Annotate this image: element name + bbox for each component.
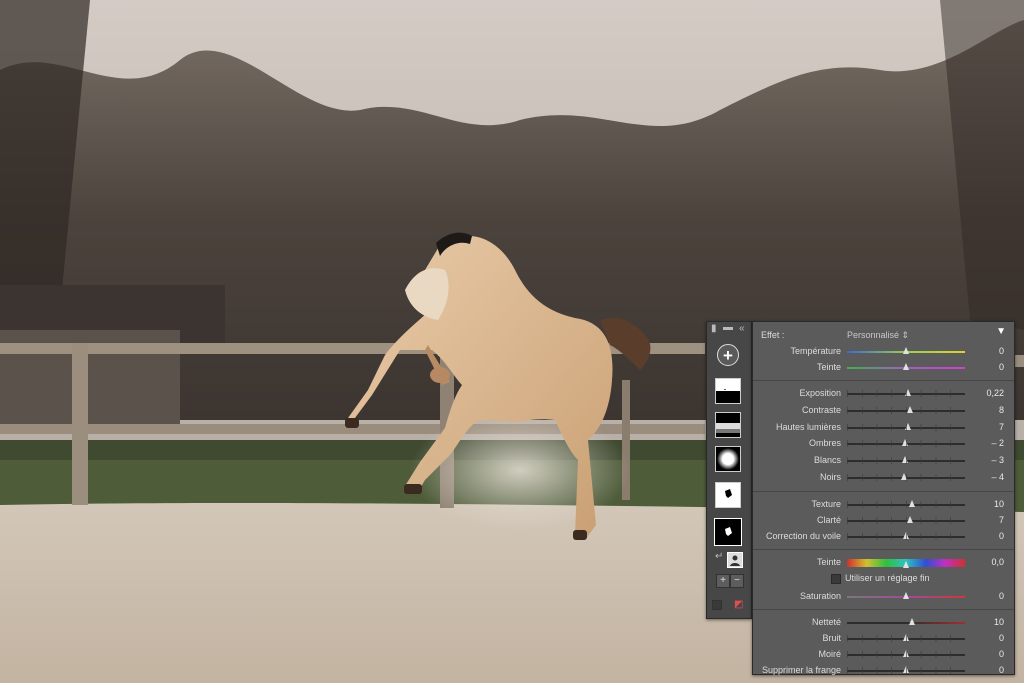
hautes-lumieres-value[interactable]: 7	[964, 422, 1004, 432]
hautes-lumieres-slider-handle[interactable]	[905, 422, 912, 430]
contraste-label: Contraste	[801, 404, 841, 415]
bruit-value[interactable]: 0	[964, 633, 1004, 643]
subtract-arrow-icon: ↵	[715, 551, 724, 562]
noirs-slider-handle[interactable]	[900, 473, 907, 480]
blancs-value[interactable]: – 3	[964, 455, 1004, 465]
exposition-label: Exposition	[799, 388, 841, 398]
temperature-slider-handle[interactable]	[903, 347, 909, 354]
mask-sky-thumb[interactable]	[715, 378, 741, 404]
mask-adjustments-panel: Effet : Personnalisé ⇕ ▼ Température 0 Tei…	[752, 321, 1015, 675]
effect-label: Effet :	[761, 330, 785, 340]
supprimer-la-frange-label: Supprimer la frange	[761, 664, 841, 675]
moire-label: Moiré	[818, 648, 841, 659]
moire-slider[interactable]	[847, 649, 965, 658]
nettete-label: Netteté	[811, 616, 841, 627]
remove-from-mask-button[interactable]: −	[730, 574, 744, 588]
minimize-icon[interactable]: ▬	[723, 323, 733, 333]
group-separator	[753, 490, 1014, 492]
correction-du-voile-label: Correction du voile	[765, 530, 841, 541]
mask-background-thumb[interactable]	[715, 412, 741, 438]
teinte-label: Teinte	[816, 556, 841, 567]
hautes-lumieres-label: Hautes lumières	[775, 421, 841, 432]
noirs-slider[interactable]	[847, 473, 965, 481]
hautes-lumieres-slider[interactable]	[847, 422, 965, 431]
contraste-slider-handle[interactable]	[906, 405, 913, 413]
texture-slider[interactable]	[847, 499, 965, 508]
collapse-icon[interactable]: «	[739, 324, 745, 334]
mask-person-thumb[interactable]	[727, 552, 743, 568]
saturation-slider-handle[interactable]	[903, 591, 909, 599]
nettete-slider[interactable]	[847, 617, 965, 625]
texture-value[interactable]: 10	[964, 499, 1004, 509]
fine-adjust-label: Utiliser un réglage fin	[845, 572, 930, 583]
supprimer-la-frange-value[interactable]: 0	[964, 665, 1004, 675]
contraste-value[interactable]: 8	[964, 405, 1004, 415]
panel-layout-icon[interactable]: ▮	[711, 324, 717, 334]
fine-adjust-checkbox[interactable]	[831, 573, 841, 584]
temperature-value[interactable]: 0	[964, 346, 1004, 356]
add-to-mask-button[interactable]: +	[716, 574, 730, 588]
clarte-slider[interactable]	[847, 515, 965, 524]
mask-radial-thumb[interactable]	[715, 446, 741, 472]
ombres-slider-handle[interactable]	[901, 439, 908, 447]
mask-subject-selected-thumb[interactable]	[714, 518, 742, 546]
temperature-label: Température	[790, 346, 841, 356]
contraste-slider[interactable]	[847, 405, 965, 414]
saturation-label: Saturation	[799, 590, 841, 601]
noirs-label: Noirs	[819, 472, 841, 482]
saturation-slider[interactable]	[847, 591, 965, 599]
mask-panel-header: ▮ ▬ «	[707, 322, 751, 336]
moire-value[interactable]: 0	[964, 649, 1004, 659]
supprimer-la-frange-slider[interactable]	[847, 665, 965, 674]
add-mask-button[interactable]: +	[717, 344, 739, 366]
group-separator	[753, 380, 1014, 381]
correction-du-voile-value[interactable]: 0	[964, 531, 1004, 541]
clarte-value[interactable]: 7	[964, 515, 1004, 525]
bruit-label: Bruit	[822, 632, 841, 643]
teinte-slider-handle[interactable]	[903, 560, 909, 568]
clarte-label: Clarté	[816, 514, 841, 525]
effect-preset-select[interactable]: Personnalisé ⇕	[847, 330, 909, 341]
exposition-value[interactable]: 0,22	[964, 388, 1004, 398]
teinte-label: Teinte	[816, 362, 841, 372]
ombres-label: Ombres	[808, 438, 841, 449]
noirs-value[interactable]: – 4	[964, 472, 1004, 482]
supprimer-la-frange-slider-handle[interactable]	[903, 665, 909, 673]
mask-subject-thumb[interactable]	[715, 482, 741, 508]
texture-slider-handle[interactable]	[908, 499, 915, 507]
temperature-slider[interactable]	[847, 347, 965, 354]
ombres-value[interactable]: – 2	[964, 438, 1004, 448]
mask-tools-panel: ▮ ▬ « + ↵ + − ◩	[706, 321, 752, 619]
texture-label: Texture	[811, 498, 841, 509]
teinte-value[interactable]: 0,0	[964, 557, 1004, 567]
blancs-label: Blancs	[813, 455, 841, 466]
correction-du-voile-slider[interactable]	[847, 531, 965, 540]
teinte-slider[interactable]	[847, 363, 965, 370]
teinte-slider-handle[interactable]	[903, 363, 909, 370]
blancs-slider[interactable]	[847, 456, 965, 465]
bruit-slider-handle[interactable]	[903, 633, 909, 641]
nettete-slider-handle[interactable]	[908, 617, 915, 625]
nettete-value[interactable]: 10	[964, 617, 1004, 627]
teinte-value[interactable]: 0	[964, 362, 1004, 372]
overlay-color-icon[interactable]: ◩	[734, 600, 743, 610]
group-separator	[753, 608, 1014, 610]
moire-slider-handle[interactable]	[903, 649, 909, 657]
clarte-slider-handle[interactable]	[906, 515, 913, 523]
ombres-slider[interactable]	[847, 439, 965, 448]
teinte-slider[interactable]	[847, 558, 965, 568]
bruit-slider[interactable]	[847, 633, 965, 642]
saturation-value[interactable]: 0	[964, 591, 1004, 601]
group-separator	[753, 548, 1014, 550]
exposition-slider[interactable]	[847, 389, 965, 397]
correction-du-voile-slider-handle[interactable]	[903, 531, 909, 539]
blancs-slider-handle[interactable]	[901, 456, 908, 464]
exposition-slider-handle[interactable]	[905, 389, 912, 396]
panel-menu-icon[interactable]: ▼	[996, 326, 1006, 337]
show-overlay-checkbox[interactable]	[712, 600, 722, 610]
